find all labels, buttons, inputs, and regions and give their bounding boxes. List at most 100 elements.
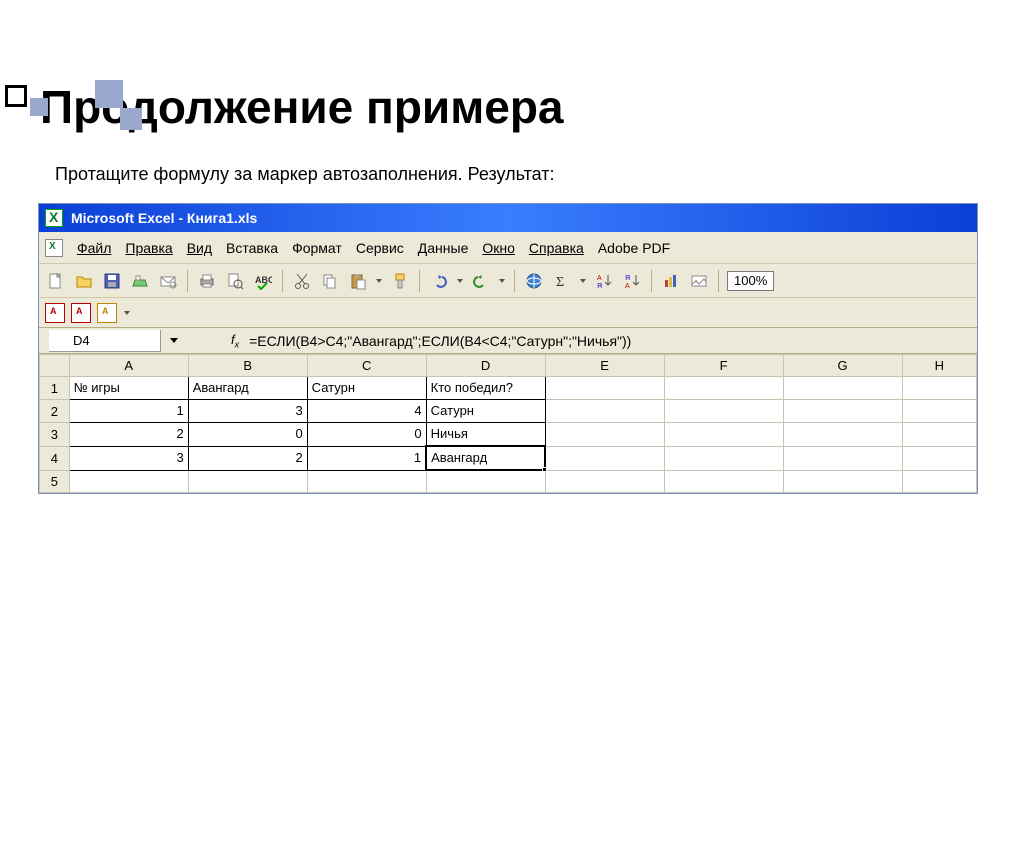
autosum-icon[interactable]: Σ bbox=[551, 270, 573, 292]
cell[interactable] bbox=[903, 400, 976, 422]
pdf-review-icon[interactable] bbox=[97, 303, 117, 323]
cell[interactable] bbox=[546, 447, 663, 470]
cell[interactable] bbox=[784, 471, 902, 492]
col-header-A[interactable]: A bbox=[69, 355, 188, 377]
cell[interactable] bbox=[546, 423, 664, 446]
cell[interactable] bbox=[427, 471, 545, 492]
menu-file[interactable]: Файл bbox=[77, 240, 111, 256]
cell[interactable]: 0 bbox=[308, 423, 426, 446]
name-box[interactable]: D4 bbox=[49, 330, 161, 352]
cell[interactable] bbox=[903, 377, 976, 399]
autosum-dropdown-icon[interactable] bbox=[579, 270, 587, 292]
row-header-3[interactable]: 3 bbox=[40, 423, 70, 447]
new-icon[interactable] bbox=[45, 270, 67, 292]
cell[interactable] bbox=[665, 471, 783, 492]
toolbar-standard: ABC Σ АЯ ЯА 100% bbox=[39, 264, 977, 298]
cell[interactable] bbox=[903, 423, 976, 446]
menu-view[interactable]: Вид bbox=[187, 240, 212, 256]
cell[interactable] bbox=[665, 447, 783, 470]
menu-tools[interactable]: Сервис bbox=[356, 240, 404, 256]
cell[interactable]: 3 bbox=[70, 447, 188, 470]
cell[interactable] bbox=[189, 471, 307, 492]
formula-content[interactable]: =ЕСЛИ(B4>C4;"Авангард";ЕСЛИ(B4<C4;"Сатур… bbox=[249, 333, 977, 349]
save-icon[interactable] bbox=[101, 270, 123, 292]
col-header-B[interactable]: B bbox=[188, 355, 307, 377]
cell[interactable] bbox=[546, 400, 664, 422]
cell[interactable] bbox=[784, 377, 902, 399]
cell[interactable]: 1 bbox=[70, 400, 188, 422]
col-header-G[interactable]: G bbox=[783, 355, 902, 377]
undo-dropdown-icon[interactable] bbox=[456, 270, 464, 292]
chart-wizard-icon[interactable] bbox=[660, 270, 682, 292]
menu-format[interactable]: Формат bbox=[292, 240, 342, 256]
cell[interactable]: 1 bbox=[308, 447, 425, 470]
cell[interactable]: Сатурн bbox=[427, 400, 545, 422]
fx-label[interactable]: fx bbox=[231, 332, 239, 350]
undo-icon[interactable] bbox=[428, 270, 450, 292]
col-header-D[interactable]: D bbox=[426, 355, 545, 377]
fill-handle[interactable] bbox=[542, 467, 547, 472]
open-icon[interactable] bbox=[73, 270, 95, 292]
drawing-icon[interactable] bbox=[688, 270, 710, 292]
col-header-E[interactable]: E bbox=[545, 355, 664, 377]
paste-icon[interactable] bbox=[347, 270, 369, 292]
copy-icon[interactable] bbox=[319, 270, 341, 292]
zoom-box[interactable]: 100% bbox=[727, 271, 774, 291]
cell[interactable] bbox=[784, 423, 902, 446]
spellcheck-icon[interactable]: ABC bbox=[252, 270, 274, 292]
format-painter-icon[interactable] bbox=[389, 270, 411, 292]
col-header-F[interactable]: F bbox=[664, 355, 783, 377]
menu-edit[interactable]: Правка bbox=[125, 240, 172, 256]
col-header-H[interactable]: H bbox=[902, 355, 976, 377]
pdf-email-icon[interactable] bbox=[71, 303, 91, 323]
row-header-1[interactable]: 1 bbox=[40, 377, 70, 400]
cell[interactable] bbox=[308, 471, 426, 492]
cell[interactable]: 2 bbox=[70, 423, 188, 446]
hyperlink-icon[interactable] bbox=[523, 270, 545, 292]
name-box-dropdown-icon[interactable] bbox=[166, 333, 182, 349]
cell[interactable] bbox=[665, 377, 783, 399]
row-header-5[interactable]: 5 bbox=[40, 470, 70, 492]
cell[interactable]: 4 bbox=[308, 400, 426, 422]
active-cell-D4[interactable]: Авангард bbox=[426, 446, 545, 470]
row-header-4[interactable]: 4 bbox=[40, 446, 70, 470]
cell[interactable] bbox=[546, 377, 664, 399]
col-header-C[interactable]: C bbox=[307, 355, 426, 377]
cell[interactable] bbox=[546, 471, 664, 492]
cell[interactable] bbox=[903, 447, 976, 470]
print-icon[interactable] bbox=[196, 270, 218, 292]
cell[interactable]: Кто победил? bbox=[427, 377, 545, 399]
email-icon[interactable] bbox=[157, 270, 179, 292]
menu-help[interactable]: Справка bbox=[529, 240, 584, 256]
cell[interactable]: Авангард bbox=[427, 447, 544, 469]
sort-desc-icon[interactable]: ЯА bbox=[621, 270, 643, 292]
pdf-convert-icon[interactable] bbox=[45, 303, 65, 323]
cell[interactable]: Авангард bbox=[189, 377, 307, 399]
cut-icon[interactable] bbox=[291, 270, 313, 292]
cell[interactable] bbox=[903, 471, 976, 492]
pdf-dropdown-icon[interactable] bbox=[123, 302, 131, 324]
menu-window[interactable]: Окно bbox=[482, 240, 515, 256]
cell[interactable]: 2 bbox=[189, 447, 307, 470]
cell[interactable]: № игры bbox=[70, 377, 188, 399]
select-all-corner[interactable] bbox=[40, 355, 70, 377]
menu-insert[interactable]: Вставка bbox=[226, 240, 278, 256]
cell[interactable] bbox=[665, 400, 783, 422]
cell[interactable]: 3 bbox=[189, 400, 307, 422]
cell[interactable]: Сатурн bbox=[308, 377, 426, 399]
cell[interactable]: Ничья bbox=[427, 423, 545, 445]
redo-icon[interactable] bbox=[470, 270, 492, 292]
cell[interactable] bbox=[70, 471, 188, 492]
cell[interactable]: 0 bbox=[189, 423, 307, 446]
menu-data[interactable]: Данные bbox=[418, 240, 469, 256]
redo-dropdown-icon[interactable] bbox=[498, 270, 506, 292]
cell[interactable] bbox=[665, 423, 783, 446]
paste-dropdown-icon[interactable] bbox=[375, 270, 383, 292]
sort-asc-icon[interactable]: АЯ bbox=[593, 270, 615, 292]
menu-adobe-pdf[interactable]: Adobe PDF bbox=[598, 240, 670, 256]
permissions-icon[interactable] bbox=[129, 270, 151, 292]
cell[interactable] bbox=[784, 447, 902, 470]
cell[interactable] bbox=[784, 400, 902, 422]
row-header-2[interactable]: 2 bbox=[40, 400, 70, 423]
print-preview-icon[interactable] bbox=[224, 270, 246, 292]
